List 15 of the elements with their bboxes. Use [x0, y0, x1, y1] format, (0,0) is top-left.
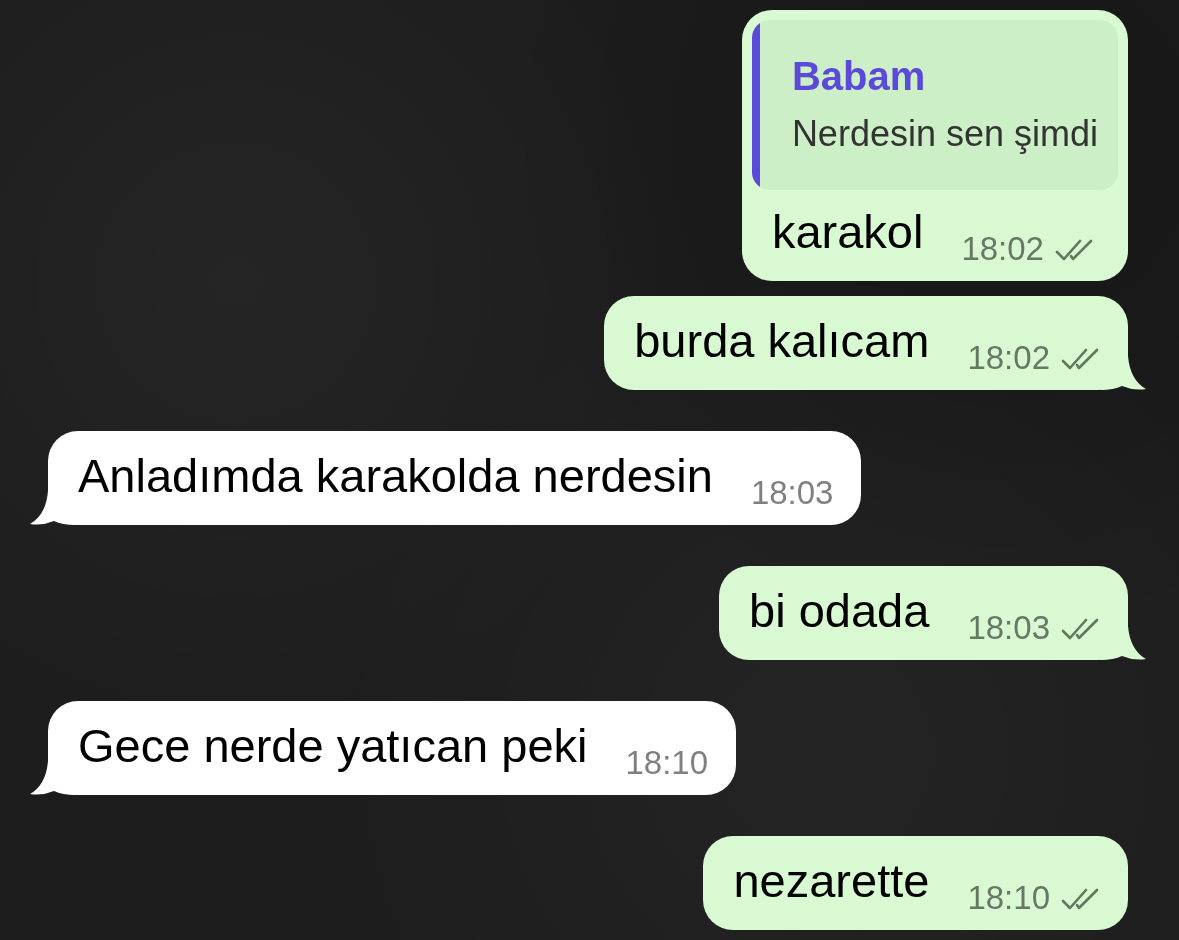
message-time: 18:10: [967, 878, 1050, 918]
message-text: nezarette: [733, 853, 930, 909]
message-text: Gece nerde yatıcan peki: [78, 718, 588, 774]
message-text: burda kalıcam: [634, 313, 930, 369]
quoted-text: Nerdesin sen şimdi: [791, 112, 1098, 156]
message-time: 18:03: [967, 608, 1050, 648]
message-time: 18:10: [625, 743, 709, 783]
message-time: 18:02: [961, 229, 1044, 269]
message-text: Anladımda karakolda nerdesin: [78, 448, 713, 504]
quoted-author: Babam: [791, 53, 927, 100]
message-time: 18:03: [750, 473, 834, 513]
message-time: 18:02: [967, 338, 1050, 378]
message-text: bi odada: [749, 583, 930, 639]
message-text: karakol: [771, 204, 924, 260]
quoted-message[interactable]: Babam Nerdesin sen şimdi: [751, 20, 1118, 190]
